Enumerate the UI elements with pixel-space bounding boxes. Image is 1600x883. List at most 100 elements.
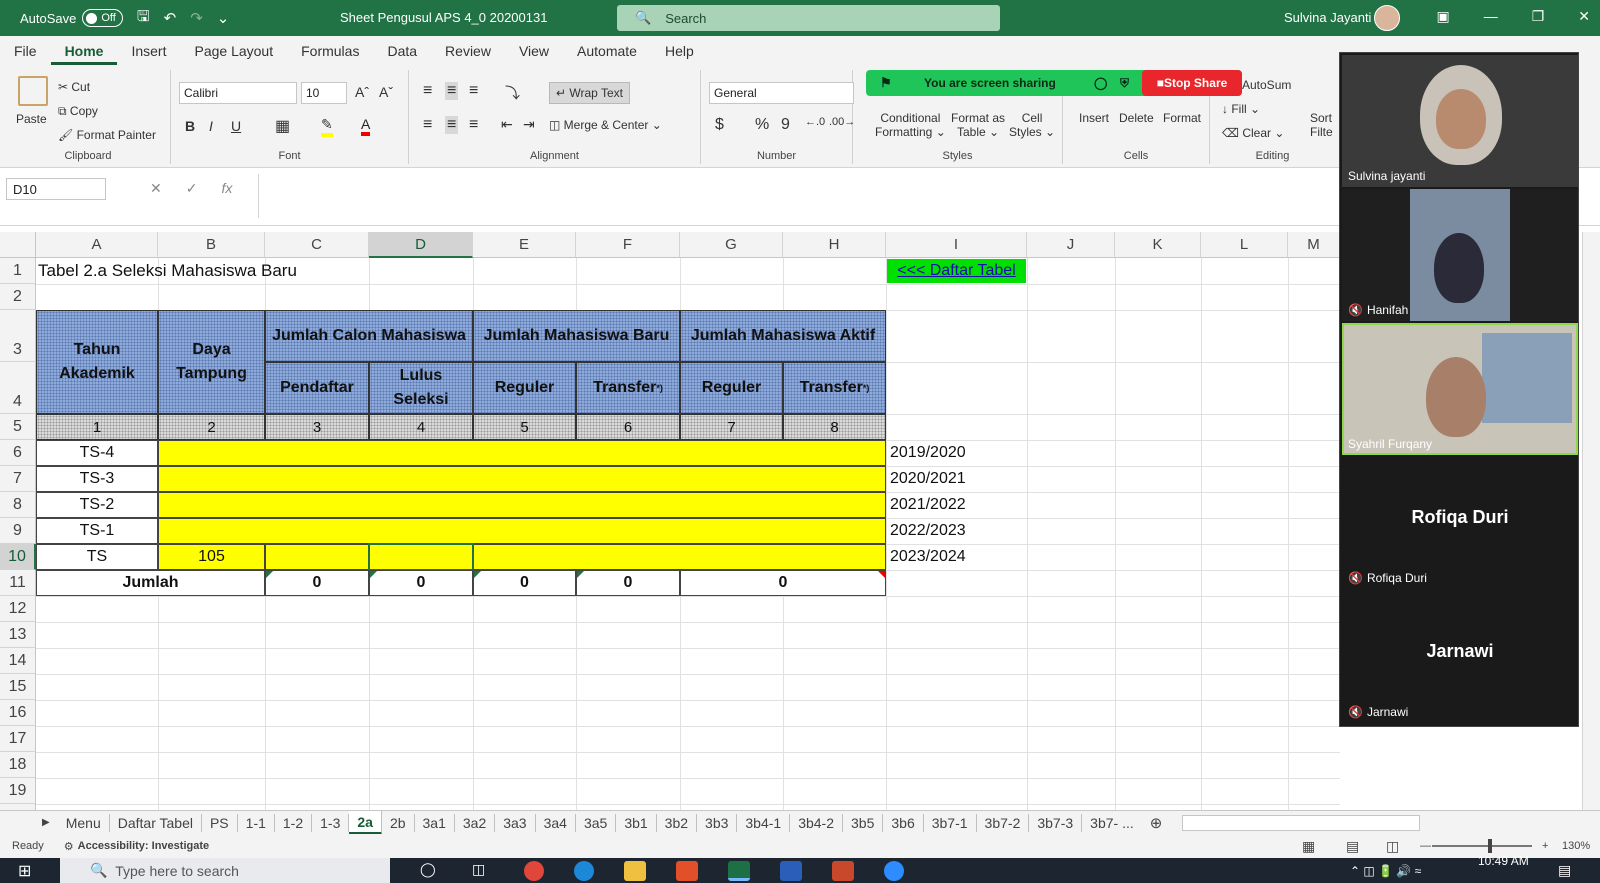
header-jumlah-calon[interactable]: Jumlah Calon Mahasiswa [265, 310, 473, 362]
selected-cell-d10[interactable] [368, 543, 474, 571]
tab-help[interactable]: Help [651, 43, 708, 59]
share-pin-icon[interactable]: ⚑ [880, 75, 892, 91]
total-transfer[interactable]: 0 [576, 570, 680, 596]
column-number-cell[interactable]: 7 [680, 414, 783, 440]
taskbar-search[interactable]: 🔍 Type here to search [60, 858, 390, 883]
column-number-cell[interactable]: 6 [576, 414, 680, 440]
column-number-cell[interactable]: 8 [783, 414, 886, 440]
header-jumlah-baru[interactable]: Jumlah Mahasiswa Baru [473, 310, 680, 362]
sheet-tab-more[interactable]: 3b7- ... [1082, 814, 1142, 832]
header-transfer-aktif[interactable]: Transfer *) [783, 362, 886, 414]
error-indicator-icon[interactable] [577, 571, 584, 578]
undo-icon[interactable]: ↶ [164, 9, 177, 27]
merge-center-button[interactable]: ◫ Merge & Center ⌄ [549, 118, 662, 132]
enter-icon[interactable]: ✓ [186, 180, 198, 197]
vertical-scrollbar[interactable] [1582, 232, 1600, 810]
decrease-indent-icon[interactable]: ⇤ [501, 116, 513, 133]
sheet-tab-1-1[interactable]: 1-1 [238, 813, 275, 832]
tab-file[interactable]: File [0, 43, 51, 59]
input-row-ts[interactable] [265, 544, 886, 570]
paste-button[interactable]: Paste [16, 112, 47, 126]
autosave-toggle[interactable]: Off [82, 9, 123, 27]
header-tahun-akademik[interactable]: Tahun Akademik [36, 310, 158, 414]
name-box[interactable]: D10 [6, 178, 106, 200]
sheet-tab-1-3[interactable]: 1-3 [312, 813, 350, 832]
sheet-tab-1-2[interactable]: 1-2 [275, 813, 313, 832]
edge-icon[interactable] [574, 860, 594, 881]
clear-button[interactable]: ⌫ Clear ⌄ [1222, 126, 1284, 140]
jumlah-label[interactable]: Jumlah [36, 570, 265, 596]
error-indicator-icon[interactable] [474, 571, 481, 578]
redo-icon[interactable]: ↷ [190, 9, 203, 27]
sheet-tab-3b7-2[interactable]: 3b7-2 [977, 813, 1030, 832]
file-explorer-icon[interactable] [624, 860, 646, 881]
powerpoint-icon[interactable] [832, 860, 854, 881]
avatar[interactable] [1374, 5, 1400, 31]
format-cells-button[interactable]: Format [1163, 111, 1201, 125]
row-header-19[interactable]: 19 [0, 778, 36, 804]
row-header-15[interactable]: 15 [0, 674, 36, 700]
column-header-g[interactable]: G [680, 232, 783, 258]
font-name-select[interactable]: Calibri [179, 82, 297, 104]
sheet-tab-3b7-3[interactable]: 3b7-3 [1029, 813, 1083, 832]
close-icon[interactable]: ✕ [1578, 8, 1590, 25]
page-layout-icon[interactable]: ▤ [1346, 838, 1359, 855]
sheet-tab-3a3[interactable]: 3a3 [495, 813, 536, 832]
cut-button[interactable]: ✂ Cut [58, 80, 90, 94]
user-name[interactable]: Sulvina Jayanti [1284, 10, 1371, 25]
tab-automate[interactable]: Automate [563, 43, 651, 59]
scroll-tabs-right-icon[interactable]: ▶ [42, 817, 50, 828]
underline-button[interactable]: U [231, 118, 241, 134]
zoom-in-icon[interactable]: + [1542, 840, 1548, 852]
sheet-tab-daftar-tabel[interactable]: Daftar Tabel [110, 813, 202, 832]
minimize-icon[interactable]: — [1484, 8, 1498, 25]
font-color-icon[interactable]: A [361, 116, 371, 136]
delete-cells-button[interactable]: Delete [1119, 111, 1154, 125]
increase-indent-icon[interactable]: ⇥ [523, 116, 535, 133]
paste-icon[interactable] [18, 76, 48, 106]
input-row-ts2[interactable] [158, 492, 886, 518]
comment-indicator-icon[interactable] [878, 571, 885, 578]
input-row-ts1[interactable] [158, 518, 886, 544]
ts-label-cell[interactable]: TS-4 [36, 440, 158, 466]
column-header-h[interactable]: H [783, 232, 886, 258]
excel-icon[interactable] [728, 860, 750, 881]
chrome-icon[interactable] [524, 860, 544, 881]
total-pendaftar[interactable]: 0 [265, 570, 369, 596]
tab-view[interactable]: View [505, 43, 563, 59]
column-header-e[interactable]: E [473, 232, 576, 258]
zoom-slider-handle[interactable] [1488, 839, 1492, 853]
insert-cells-button[interactable]: Insert [1079, 111, 1109, 125]
tab-page-layout[interactable]: Page Layout [180, 43, 287, 59]
sheet-tab-3b4-1[interactable]: 3b4-1 [737, 813, 791, 832]
total-lulus[interactable]: 0 [369, 570, 473, 596]
header-lulus-seleksi[interactable]: Lulus Seleksi [369, 362, 473, 414]
accessibility-status[interactable]: Accessibility: Investigate [78, 840, 209, 852]
sheet-tab-3b4-2[interactable]: 3b4-2 [790, 813, 844, 832]
sheet-tab-3b3[interactable]: 3b3 [697, 813, 738, 832]
column-header-c[interactable]: C [265, 232, 369, 258]
sheet-tab-3a2[interactable]: 3a2 [455, 813, 496, 832]
tab-insert[interactable]: Insert [117, 43, 180, 59]
row-header-18[interactable]: 18 [0, 752, 36, 778]
tab-review[interactable]: Review [431, 43, 505, 59]
column-header-j[interactable]: J [1027, 232, 1115, 258]
cell-styles-button[interactable]: Cell Styles ⌄ [1009, 111, 1055, 139]
orientation-icon[interactable]: ⤵ [505, 82, 520, 103]
column-number-cell[interactable]: 5 [473, 414, 576, 440]
participant-tile[interactable]: Rofiqa Duri 🔇 Rofiqa Duri [1342, 457, 1578, 589]
total-reguler[interactable]: 0 [473, 570, 576, 596]
column-number-cell[interactable]: 1 [36, 414, 158, 440]
task-view-icon[interactable]: ◫ [472, 861, 494, 881]
daftar-tabel-link[interactable]: <<< Daftar Tabel [887, 259, 1026, 283]
fill-color-icon[interactable]: ✎ [321, 116, 333, 137]
increase-decimal-icon[interactable]: ←.0 [805, 116, 825, 128]
column-header-a[interactable]: A [36, 232, 158, 258]
borders-icon[interactable]: ▦ [275, 116, 290, 136]
horizontal-scrollbar[interactable] [1182, 814, 1421, 831]
header-pendaftar[interactable]: Pendaftar [265, 362, 369, 414]
row-header-3[interactable]: 3 [0, 310, 36, 362]
clock[interactable]: 10:49 AM [1478, 854, 1529, 868]
font-size-select[interactable]: 10 [301, 82, 347, 104]
currency-button[interactable]: $ [715, 116, 724, 134]
